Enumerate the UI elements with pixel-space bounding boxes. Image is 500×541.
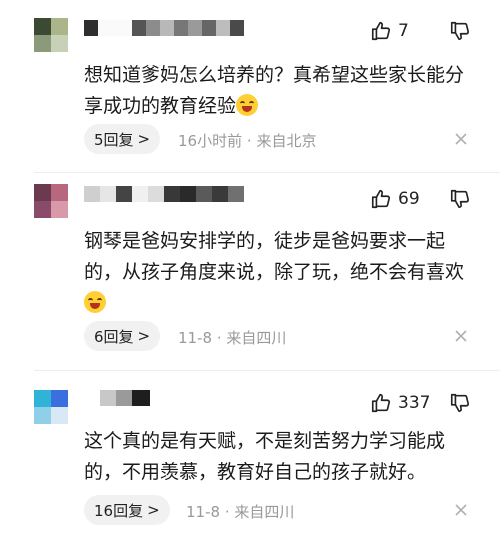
like-count: 69 bbox=[398, 189, 420, 209]
comment-time: 16小时前 bbox=[178, 132, 243, 150]
username-pixelated[interactable] bbox=[84, 186, 244, 202]
avatar-tile bbox=[34, 35, 51, 52]
avatar-tile bbox=[34, 390, 51, 407]
comment-text: 这个真的是有天赋，不是刻苦努力学习能成 的，不用羡慕，教育好自己的孩子就好。 bbox=[84, 426, 474, 488]
view-replies-button[interactable]: 5回复 > bbox=[84, 124, 161, 154]
chevron-right-icon: > bbox=[147, 501, 160, 519]
comment-text-line: 的，从孩子角度来说，除了玩，绝不会有喜欢 bbox=[84, 261, 465, 283]
view-replies-button[interactable]: 16回复 > bbox=[84, 495, 170, 525]
tears-of-joy-emoji-icon bbox=[84, 291, 106, 313]
username-pixelated[interactable] bbox=[84, 20, 244, 36]
user-avatar[interactable] bbox=[34, 390, 68, 424]
avatar-tile bbox=[51, 184, 68, 201]
username-pixelated[interactable] bbox=[100, 390, 150, 406]
close-icon[interactable] bbox=[454, 329, 468, 343]
comment-meta: 16小时前 · 来自北京 bbox=[178, 132, 317, 150]
grinning-squint-emoji-icon bbox=[236, 94, 259, 116]
avatar-tile bbox=[51, 35, 68, 52]
comment-text-line: 的，不用羡慕，教育好自己的孩子就好。 bbox=[84, 461, 427, 483]
user-avatar[interactable] bbox=[34, 184, 68, 218]
chevron-right-icon: > bbox=[137, 327, 151, 345]
comment-text-line: 这个真的是有天赋，不是刻苦努力学习能成 bbox=[84, 430, 446, 452]
user-avatar[interactable] bbox=[34, 18, 68, 52]
comment-text-line: 享成功的教育经验 bbox=[84, 91, 474, 122]
avatar-tile bbox=[51, 390, 68, 407]
dislike-button[interactable] bbox=[449, 392, 471, 414]
comment-location: 来自北京 bbox=[256, 132, 317, 150]
avatar-tile bbox=[34, 184, 51, 201]
divider bbox=[34, 370, 500, 371]
comment-text-line: 钢琴是爸妈安排学的，徒步是爸妈要求一起 bbox=[84, 230, 446, 252]
thumbs-up-icon bbox=[371, 393, 391, 413]
comment-text-line bbox=[84, 288, 474, 319]
comment-text-line: 想知道爹妈怎么培养的？真希望这些家长能分 bbox=[84, 64, 465, 86]
dislike-button[interactable] bbox=[449, 20, 471, 42]
like-count: 337 bbox=[398, 393, 431, 413]
comment-time: 11-8 bbox=[186, 503, 221, 521]
comment-text: 想知道爹妈怎么培养的？真希望这些家长能分 享成功的教育经验 bbox=[84, 60, 474, 122]
avatar-tile bbox=[34, 407, 51, 424]
divider bbox=[34, 172, 500, 173]
chevron-right-icon: > bbox=[137, 130, 151, 148]
avatar-tile bbox=[51, 201, 68, 218]
thumbs-up-icon bbox=[371, 189, 391, 209]
like-button[interactable]: 69 bbox=[370, 188, 420, 210]
thumbs-down-icon bbox=[450, 189, 470, 209]
avatar-tile bbox=[51, 18, 68, 35]
comment-meta: 11-8 · 来自四川 bbox=[178, 329, 287, 347]
like-count: 7 bbox=[398, 21, 409, 41]
like-button[interactable]: 337 bbox=[370, 392, 430, 414]
comment-location: 来自四川 bbox=[226, 329, 287, 347]
thumbs-down-icon bbox=[450, 393, 470, 413]
thumbs-down-icon bbox=[450, 21, 470, 41]
view-replies-button[interactable]: 6回复 > bbox=[84, 321, 161, 351]
comment-meta: 11-8 · 来自四川 bbox=[186, 503, 295, 521]
close-icon[interactable] bbox=[454, 132, 468, 146]
like-button[interactable]: 7 bbox=[370, 20, 409, 42]
comment-location: 来自四川 bbox=[234, 503, 295, 521]
comment-time: 11-8 bbox=[178, 329, 213, 347]
dislike-button[interactable] bbox=[449, 188, 471, 210]
avatar-tile bbox=[51, 407, 68, 424]
close-icon[interactable] bbox=[454, 503, 468, 517]
comment-text: 钢琴是爸妈安排学的，徒步是爸妈要求一起 的，从孩子角度来说，除了玩，绝不会有喜欢 bbox=[84, 226, 474, 319]
thumbs-up-icon bbox=[371, 21, 391, 41]
avatar-tile bbox=[34, 18, 51, 35]
avatar-tile bbox=[34, 201, 51, 218]
